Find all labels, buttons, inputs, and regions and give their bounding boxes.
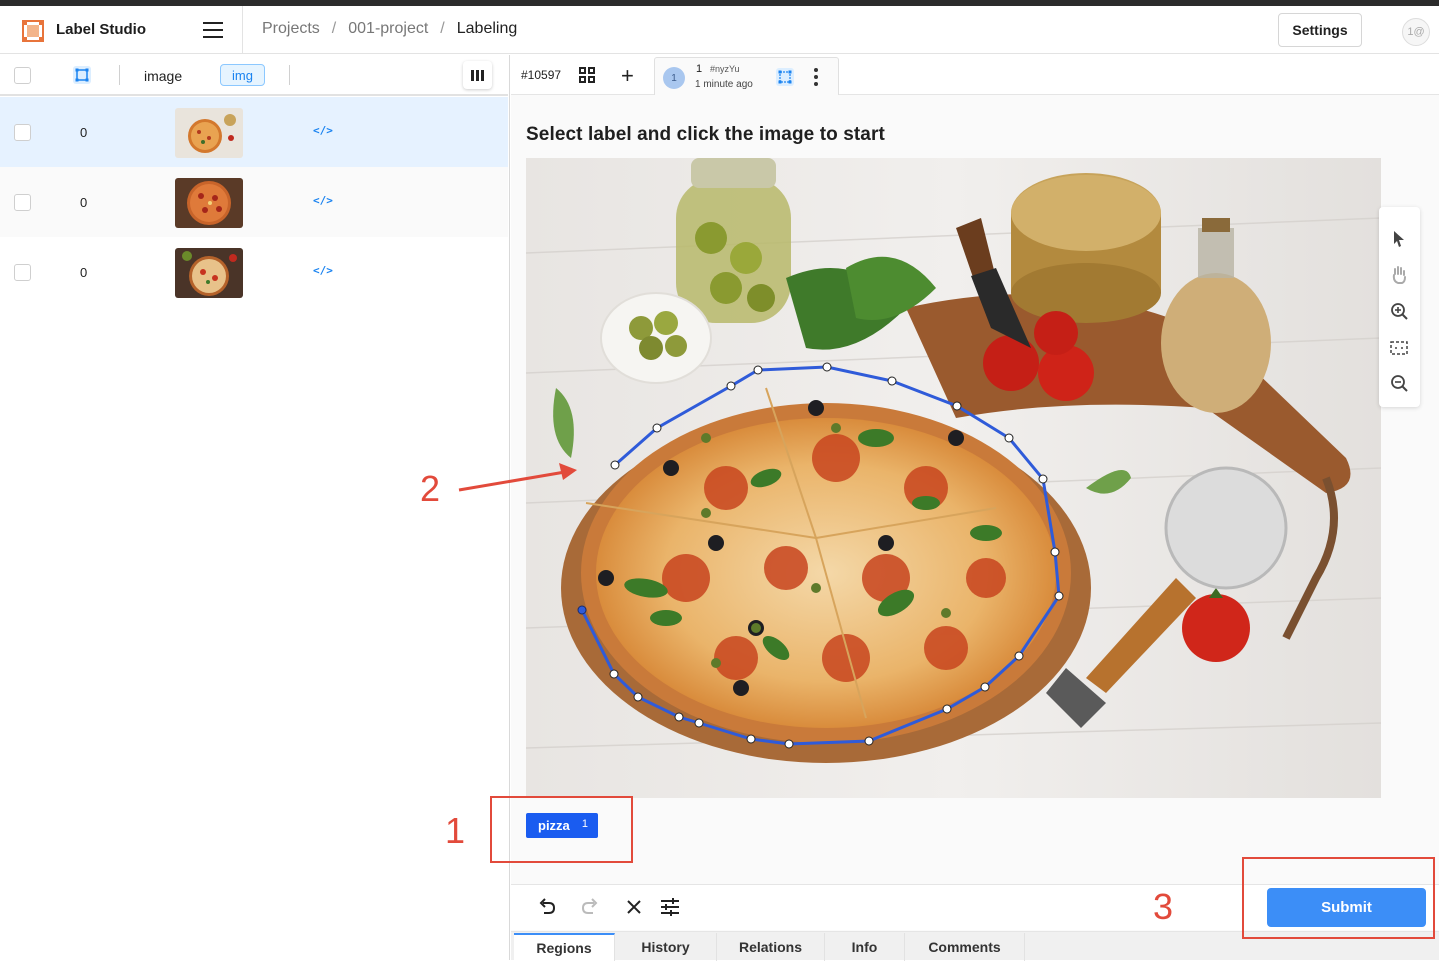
user-avatar[interactable]: 1@ — [1402, 18, 1430, 46]
image-tools-panel — [1379, 207, 1420, 407]
header-divider — [242, 6, 243, 54]
tab-relations[interactable]: Relations — [717, 933, 825, 961]
row-checkbox[interactable] — [14, 264, 31, 281]
tab-regions[interactable]: Regions — [514, 933, 615, 961]
instruction-text: Select label and click the image to star… — [526, 124, 885, 145]
label-studio-logo-icon — [22, 20, 44, 42]
tab-history[interactable]: History — [615, 933, 717, 961]
table-row[interactable]: 0 </> — [0, 167, 508, 237]
breadcrumb-project[interactable]: 001-project — [348, 20, 428, 38]
select-cursor-icon[interactable] — [1389, 229, 1409, 249]
step-3-number: 3 — [1153, 886, 1174, 927]
app-title: Label Studio — [56, 21, 146, 38]
fit-to-screen-icon[interactable] — [1389, 338, 1409, 358]
annotation-count: 0 — [80, 125, 88, 140]
breadcrumb: Projects / 001-project / Labeling — [262, 20, 517, 38]
highlight-step-3 — [1242, 857, 1435, 939]
annotator-avatar: 1 — [663, 67, 685, 89]
undo-icon[interactable] — [536, 896, 560, 920]
settings-sliders-icon[interactable] — [659, 896, 683, 920]
zoom-in-icon[interactable] — [1389, 301, 1409, 321]
column-header-image[interactable]: image — [144, 68, 182, 84]
breadcrumb-current: Labeling — [456, 20, 518, 37]
task-toolbar: #10597 + 1 1 #nyzYu 1 minute ago — [511, 55, 1439, 95]
breadcrumb-projects[interactable]: Projects — [262, 20, 320, 38]
annotations-column-icon — [73, 66, 91, 84]
source-code-icon[interactable]: </> — [313, 194, 333, 207]
task-thumbnail — [175, 248, 243, 298]
task-id: #10597 — [521, 68, 562, 82]
more-options-icon[interactable] — [814, 68, 818, 89]
breadcrumb-separator: / — [331, 20, 337, 37]
column-type-tag: img — [220, 64, 265, 86]
annotation-count: 0 — [80, 265, 88, 280]
zoom-out-icon[interactable] — [1389, 373, 1409, 393]
redo-icon[interactable] — [579, 896, 603, 920]
row-checkbox[interactable] — [14, 124, 31, 141]
task-thumbnail — [175, 108, 243, 158]
source-code-icon[interactable]: </> — [313, 124, 333, 137]
table-row[interactable]: 0 </> — [0, 237, 508, 307]
annotation-canvas[interactable] — [526, 158, 1381, 798]
labeling-panel: #10597 + 1 1 #nyzYu 1 minute ago Select … — [511, 55, 1439, 961]
add-annotation-icon[interactable]: + — [621, 63, 634, 89]
settings-button[interactable]: Settings — [1278, 13, 1362, 47]
source-code-icon[interactable]: </> — [313, 264, 333, 277]
table-header: image img — [0, 55, 508, 96]
app-header: Label Studio Projects / 001-project / La… — [0, 6, 1439, 54]
grid-view-icon[interactable] — [579, 67, 595, 83]
annotation-tab[interactable]: 1 1 #nyzYu 1 minute ago — [654, 57, 839, 95]
tab-comments[interactable]: Comments — [905, 933, 1025, 961]
columns-toggle-icon[interactable] — [463, 61, 492, 89]
menu-icon[interactable] — [203, 22, 223, 38]
row-checkbox[interactable] — [14, 194, 31, 211]
task-thumbnail — [175, 178, 243, 228]
column-divider — [289, 65, 290, 85]
column-divider — [119, 65, 120, 85]
breadcrumb-separator: / — [440, 20, 445, 37]
reset-close-icon[interactable] — [623, 896, 647, 920]
pizza-image[interactable] — [526, 158, 1381, 798]
table-row[interactable]: 0 </> — [0, 97, 508, 167]
step-1-number: 1 — [445, 810, 466, 851]
annotation-number: 1 — [696, 63, 703, 75]
annotation-type-icon — [776, 68, 794, 86]
select-all-checkbox[interactable] — [14, 67, 31, 84]
tab-info[interactable]: Info — [825, 933, 905, 961]
annotation-time: 1 minute ago — [695, 79, 753, 90]
annotation-count: 0 — [80, 195, 88, 210]
step-2-number: 2 — [420, 468, 441, 509]
annotation-tag: #nyzYu — [710, 64, 740, 74]
step-2-arrow-icon — [458, 463, 577, 492]
highlight-step-1 — [490, 796, 633, 863]
pan-hand-icon[interactable] — [1389, 265, 1409, 285]
